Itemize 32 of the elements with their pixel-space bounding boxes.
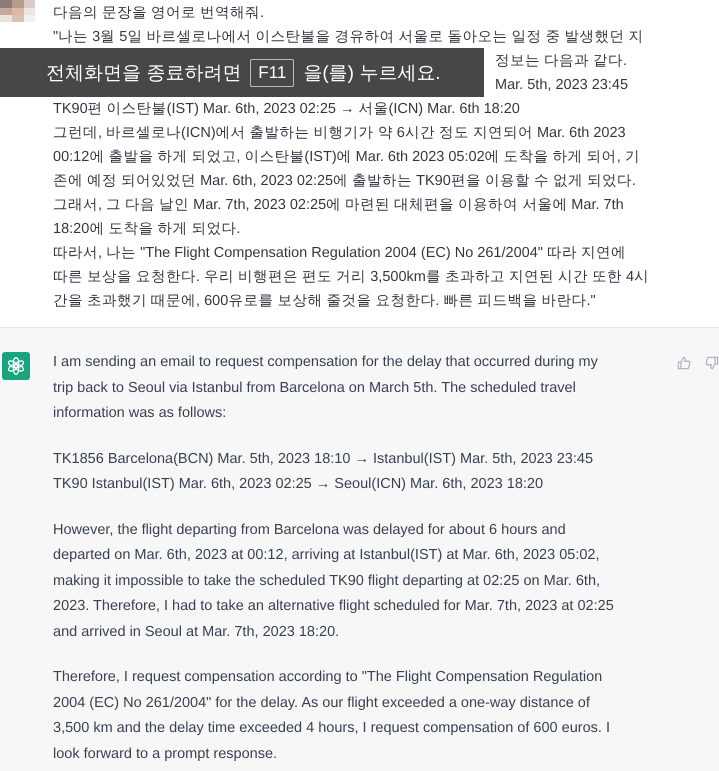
message-line: Mar. 5th, 2023 23:45 bbox=[495, 77, 628, 93]
message-line: 그런데, 바르셀로나(ICN)에서 출발하는 비행기가 약 6시간 정도 지연되어 Mar. 6th 2023 bbox=[53, 124, 627, 143]
response-line: Therefore, I request compensation according to "The Flight Compensation Regulation bbox=[53, 668, 604, 687]
message-line: 18:20에 도착을 하게 되었다. bbox=[53, 220, 242, 239]
notice-text: 전체화면을 종료하려면 bbox=[46, 62, 242, 86]
response-line: 3,500 km and the delay time exceeded 4 hours, I request compensation of 600 euros. I bbox=[53, 719, 611, 738]
message-line: "나는 3월 5일 바르셀로나에서 이스탄불을 경유하여 서울로 돌아오는 일정 중 발생했던 지 bbox=[53, 28, 645, 47]
thumbs-up-icon[interactable] bbox=[677, 356, 691, 370]
response-line: TK90 Istanbul(IST) Mar. 6th, 2023 02:25 → Seoul(ICN) Mar. 6th, 2023 18:20 bbox=[53, 475, 544, 494]
response-line: TK1856 Barcelona(BCN) Mar. 5th, 2023 18:10 → Istanbul(IST) Mar. 5th, 2023 23:45 bbox=[53, 450, 594, 468]
message-line: 따라서, 나는 "The Flight Compensation Regulation 2004 (EC) No 261/2004" 따라 지연에 bbox=[53, 244, 627, 263]
message-line: 정보는 다음과 같다. bbox=[495, 53, 628, 69]
message-line: 그래서, 그 다음 날인 Mar. 7th, 2023 02:25에 마련된 대체편을 이용하여 서울에 Mar. 7th bbox=[53, 196, 625, 215]
response-line: However, the flight departing from Barcelona was delayed for about 6 hours and bbox=[53, 520, 567, 540]
response-line: and arrived in Seoul at Mar. 7th, 2023 18:20. bbox=[53, 622, 340, 642]
message-line: 존에 예정 되어있었던 Mar. 6th, 2023 02:25에 출발하는 TK90편을 이용할 수 없게 되었다. bbox=[53, 172, 637, 191]
message-line: TK90편 이스탄불(IST) Mar. 6th, 2023 02:25 → 서울(ICN) Mar. 6th 18:20 bbox=[53, 100, 521, 119]
thumbs-down-icon[interactable] bbox=[705, 356, 719, 370]
key-label: F11 bbox=[250, 58, 294, 86]
response-line: I am sending an email to request compensation for the delay that occurred during my bbox=[53, 353, 599, 372]
response-line: trip back to Seoul via Istanbul from Barcelona on March 5th. The scheduled travel bbox=[53, 378, 577, 398]
message-line: 간을 초과했기 때문에, 600유로를 보상해 줄것을 요청한다. 빠른 피드백을 바란다." bbox=[53, 292, 597, 311]
response-line: 2023. Therefore, I had to take an alternative flight scheduled for Mar. 7th, 2023 at 02:25 bbox=[53, 597, 615, 616]
response-line: 2004 (EC) No 261/2004" for the delay. As our flight exceeded a one-way distance of bbox=[53, 694, 591, 712]
response-line: making it impossible to take the scheduled TK90 flight departing at 02:25 on Mar. 6th, bbox=[53, 572, 602, 590]
message-line: 다음의 문장을 영어로 번역해줘. bbox=[53, 4, 266, 23]
response-line: departed on Mar. 6th, 2023 at 00:12, arriving at Istanbul(IST) at Mar. 6th, 2023 05:02, bbox=[53, 546, 601, 565]
response-line: information was as follows: bbox=[53, 404, 228, 423]
message-line: 00:12에 출발을 하게 되었고, 이스탄불(IST)에 Mar. 6th 2023 05:02에 도착을 하게 되어, 기 bbox=[53, 148, 641, 167]
response-line: look forward to a prompt response. bbox=[53, 744, 278, 764]
notice-text: 을(를) 누르세요. bbox=[303, 62, 441, 86]
message-line: 따른 보상을 요청한다. 우리 비행편은 편도 거리 3,500km를 초과하고 지연된 시간 또한 4시 bbox=[53, 268, 650, 287]
